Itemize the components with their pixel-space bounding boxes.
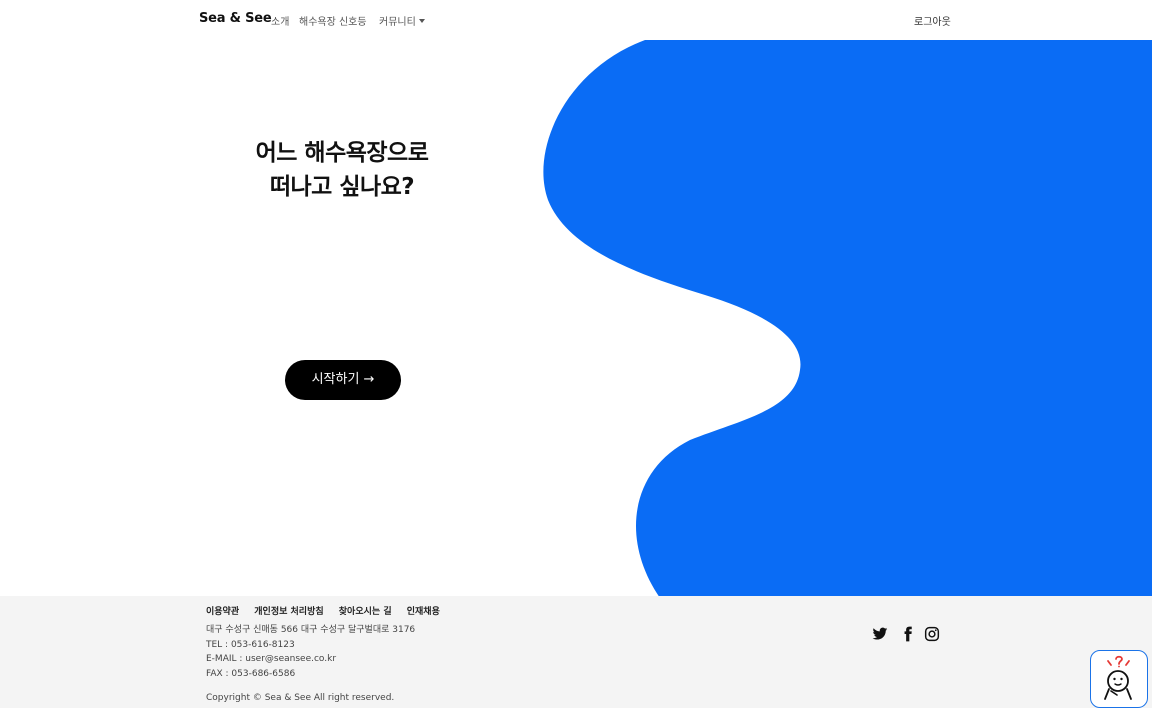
footer-link-privacy[interactable]: 개인정보 처리방침	[254, 607, 323, 617]
hero-title-line-1: 어느 해수욕장으로	[255, 140, 429, 166]
top-navbar: Sea & See 소개 해수욕장 신호등 커뮤니티 로그아웃	[0, 0, 1152, 40]
footer-link-careers[interactable]: 인재채용	[407, 607, 440, 617]
blue-wave-shape	[543, 40, 1152, 598]
footer-link-terms[interactable]: 이용약관	[206, 607, 239, 617]
footer-links: 이용약관 개인정보 처리방침 찾아오시는 길 인재채용	[206, 604, 452, 617]
brand-logo[interactable]: Sea & See	[199, 11, 272, 26]
copyright: Copyright © Sea & See All right reserved…	[206, 693, 395, 703]
company-tel: TEL : 053-616-8123	[206, 639, 295, 650]
caret-down-icon	[418, 19, 425, 23]
hero-title: 어느 해수욕장으로 떠나고 싶나요?	[222, 136, 462, 204]
footer-link-directions[interactable]: 찾아오시는 길	[339, 607, 392, 617]
nav-item-intro[interactable]: 소개	[271, 13, 289, 28]
nav-item-beach-signal[interactable]: 해수욕장 신호등	[299, 13, 367, 28]
company-address: 대구 수성구 신매동 566 대구 수성구 달구벌대로 3176	[206, 625, 416, 635]
hero-title-line-2: 떠나고 싶나요?	[269, 174, 415, 200]
company-info: 대구 수성구 신매동 566 대구 수성구 달구벌대로 3176 TEL : 0…	[206, 623, 415, 681]
help-character-icon	[1104, 655, 1132, 700]
nav-item-community-label: 커뮤니티	[379, 17, 416, 28]
nav-item-community-dropdown[interactable]: 커뮤니티	[379, 13, 425, 28]
instagram-icon[interactable]	[924, 626, 940, 642]
company-fax: FAX : 053-686-6586	[206, 668, 296, 679]
footer: 이용약관 개인정보 처리방침 찾아오시는 길 인재채용 대구 수성구 신매동 5…	[0, 596, 1152, 708]
help-chat-widget[interactable]	[1090, 650, 1148, 708]
page: Sea & See 소개 해수욕장 신호등 커뮤니티 로그아웃 어느 해수욕장으…	[0, 0, 1152, 708]
logout-link[interactable]: 로그아웃	[914, 13, 951, 28]
start-button[interactable]: 시작하기 →	[285, 360, 401, 400]
company-email: E-MAIL : user@seansee.co.kr	[206, 654, 337, 664]
facebook-icon[interactable]	[900, 626, 916, 642]
twitter-icon[interactable]	[872, 626, 888, 642]
